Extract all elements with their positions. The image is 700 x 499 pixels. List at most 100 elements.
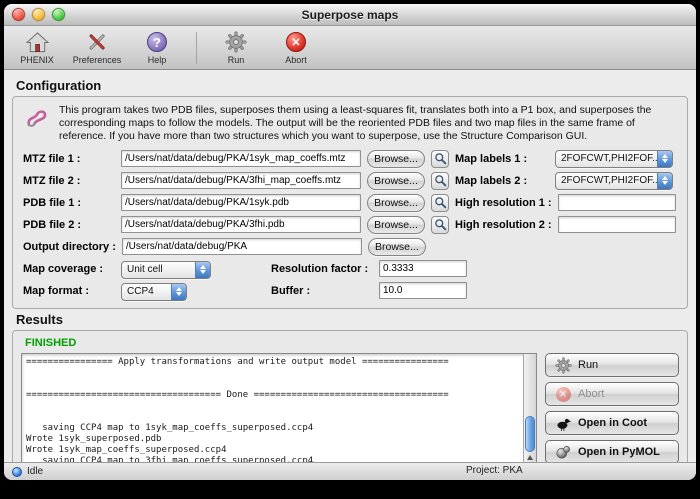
resolution-factor-input[interactable] [379,260,467,277]
close-button[interactable] [12,8,25,21]
home-icon [26,30,49,54]
map-labels-2-value: 2FOFCWT,PHI2FOF... [556,173,657,189]
console-scrollbar[interactable] [523,354,536,462]
toolbar-phenix-label: PHENIX [20,55,54,65]
output-directory-label: Output directory : [23,241,116,253]
pdb-file-2-inspect-button[interactable] [431,216,449,234]
buffer-label: Buffer : [271,285,373,297]
log-output[interactable]: ================ Apply transformations a… [22,354,523,462]
coot-bird-icon [554,414,572,432]
map-coverage-slot: Unit cell [121,259,237,279]
high-resolution-2-label: High resolution 2 : [455,219,552,231]
abort-icon: ✕ [554,385,572,403]
status-bar: Idle Project: PKA [4,462,696,480]
output-directory-input[interactable] [122,238,362,255]
run-button[interactable]: Run [545,353,679,377]
high-resolution-1-input[interactable] [558,194,676,211]
mtz-file-2-row: MTZ file 2 : Browse... Map labels 2 : 2F… [23,171,677,190]
toolbar-preferences-button[interactable]: Preferences [72,30,122,65]
abort-x-glyph: ✕ [286,32,306,52]
mtz-file-2-label: MTZ file 2 : [23,175,115,187]
scroll-up-icon[interactable] [527,455,533,460]
pdb-file-1-label: PDB file 1 : [23,197,115,209]
pdb-file-2-row: PDB file 2 : Browse... High resolution 2… [23,215,677,234]
abort-button-label: Abort [578,388,604,400]
main-content: Configuration This program takes two PDB… [4,70,696,462]
zoom-button[interactable] [52,8,65,21]
output-directory-browse-button[interactable]: Browse... [368,238,426,256]
status-finished: FINISHED [25,337,677,349]
map-format-select[interactable]: CCP4 [121,283,187,301]
configuration-panel: This program takes two PDB files, superp… [12,96,688,309]
open-in-coot-button[interactable]: Open in Coot [545,411,679,435]
toolbar-abort-button[interactable]: ✕ Abort [271,30,321,65]
mtz-file-2-browse-button[interactable]: Browse... [367,172,425,190]
map-labels-1-label: Map labels 1 : [455,153,549,165]
mtz-file-2-input[interactable] [121,172,361,189]
map-format-slot: CCP4 [121,281,237,301]
magnifier-icon [434,196,447,209]
question-mark-glyph: ? [147,32,167,52]
map-coverage-value: Unit cell [122,262,195,278]
map-labels-2-select[interactable]: 2FOFCWT,PHI2FOF... [555,172,673,190]
map-format-value: CCP4 [122,284,171,300]
pdb-file-2-browse-button[interactable]: Browse... [367,216,425,234]
pdb-file-2-input[interactable] [121,216,361,233]
gear-icon [554,356,572,374]
toolbar-run-button[interactable]: Run [211,30,261,65]
output-directory-row: Output directory : Browse... [23,237,677,256]
pdb-file-1-input[interactable] [121,194,361,211]
combo-arrows-icon [171,284,186,300]
open-in-pymol-label: Open in PyMOL [578,446,660,458]
mtz-file-1-browse-button[interactable]: Browse... [367,150,425,168]
toolbar-help-label: Help [148,55,167,65]
pdb-file-2-label: PDB file 2 : [23,219,115,231]
map-coverage-label: Map coverage : [23,263,115,275]
abort-x-glyph: ✕ [556,387,571,402]
results-buttons: Run ✕ Abort [545,353,679,462]
mtz-file-1-row: MTZ file 1 : Browse... Map labels 1 : 2F… [23,149,677,168]
help-icon: ? [147,30,167,54]
abort-button[interactable]: ✕ Abort [545,382,679,406]
map-format-label: Map format : [23,285,115,297]
mtz-file-1-inspect-button[interactable] [431,150,449,168]
toolbar-phenix-button[interactable]: PHENIX [12,30,62,65]
program-description-row: This program takes two PDB files, superp… [25,104,675,143]
resolution-factor-label: Resolution factor : [271,263,373,275]
results-panel: FINISHED ================ Apply transfor… [12,330,688,462]
status-text: Idle [27,466,43,477]
minimize-button[interactable] [32,8,45,21]
open-in-pymol-button[interactable]: Open in PyMOL [545,440,679,462]
map-labels-2-label: Map labels 2 : [455,175,549,187]
titlebar[interactable]: Superpose maps [4,4,696,26]
window-controls [12,8,65,21]
buffer-input[interactable] [379,282,467,299]
pdb-file-1-inspect-button[interactable] [431,194,449,212]
map-format-row: Map format : CCP4 Buffer : [23,281,677,300]
abort-icon: ✕ [286,30,306,54]
map-labels-1-select[interactable]: 2FOFCWT,PHI2FOF... [555,150,673,168]
high-resolution-2-input[interactable] [558,216,676,233]
toolbar-help-button[interactable]: ? Help [132,30,182,65]
project-label: Project: PKA [466,465,523,476]
results-body: ================ Apply transformations a… [21,353,679,462]
toolbar-preferences-label: Preferences [73,55,122,65]
map-coverage-select[interactable]: Unit cell [121,261,211,279]
toolbar-abort-label: Abort [285,55,307,65]
map-coverage-row: Map coverage : Unit cell Resolution fact… [23,259,677,278]
mtz-file-1-input[interactable] [121,150,361,167]
scrollbar-thumb[interactable] [525,416,535,452]
log-console: ================ Apply transformations a… [21,353,537,462]
mtz-file-2-inspect-button[interactable] [431,172,449,190]
high-resolution-1-label: High resolution 1 : [455,197,552,209]
combo-arrows-icon [657,173,672,189]
map-labels-1-value: 2FOFCWT,PHI2FOF... [556,151,657,167]
pdb-file-1-browse-button[interactable]: Browse... [367,194,425,212]
combo-arrows-icon [657,151,672,167]
gear-icon [225,30,247,54]
window-title: Superpose maps [302,8,399,22]
pdb-file-1-row: PDB file 1 : Browse... High resolution 1… [23,193,677,212]
open-in-coot-label: Open in Coot [578,417,647,429]
run-button-label: Run [578,359,598,371]
configuration-heading: Configuration [16,78,688,93]
